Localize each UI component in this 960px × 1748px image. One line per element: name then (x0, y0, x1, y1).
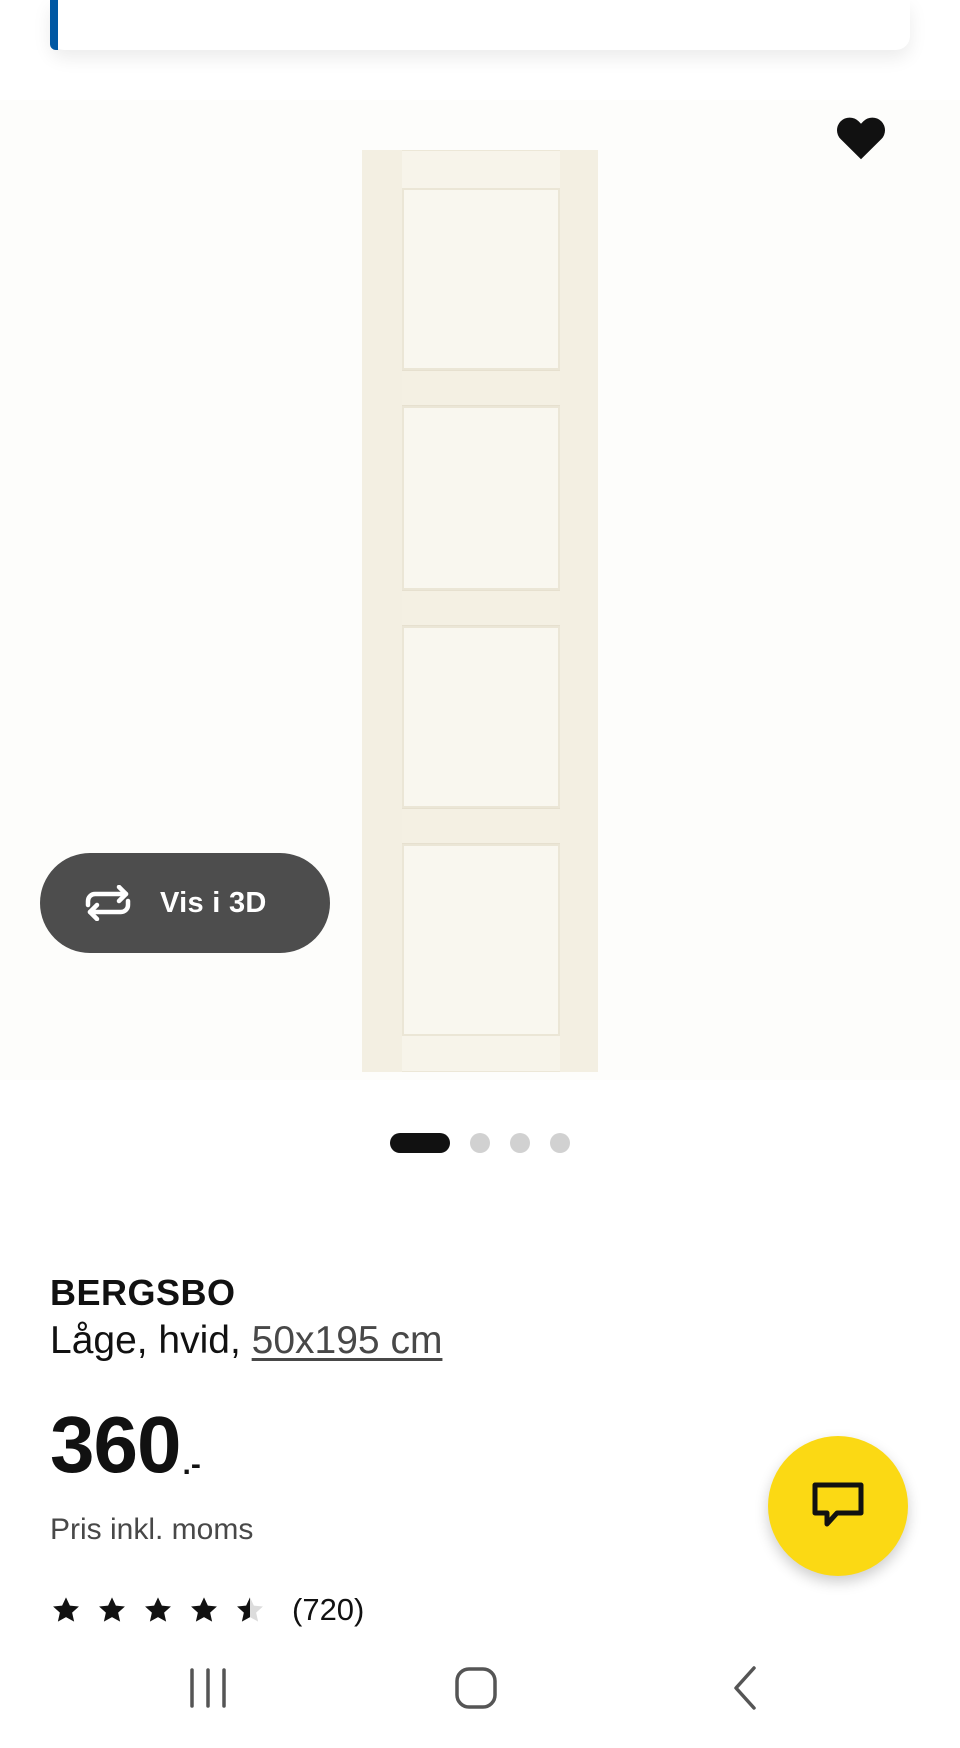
rotate-icon (85, 885, 131, 921)
door-panel (402, 188, 560, 370)
view-in-3d-button[interactable]: Vis i 3D (40, 853, 330, 953)
top-card (50, 0, 910, 50)
image-pagination (390, 1133, 590, 1153)
product-size-link[interactable]: 50x195 cm (252, 1319, 443, 1362)
product-price: 360 .- (50, 1405, 201, 1485)
door-rail (402, 370, 560, 406)
pagination-dot-active[interactable] (390, 1133, 450, 1153)
price-suffix: .- (182, 1448, 201, 1481)
price-vat-note: Pris inkl. moms (50, 1513, 254, 1546)
door-panel (402, 626, 560, 808)
door-left-stile (362, 150, 402, 1072)
star-icon (145, 1597, 171, 1622)
half-star-icon (237, 1597, 263, 1622)
top-card-accent (50, 0, 58, 50)
pagination-dot[interactable] (550, 1133, 570, 1153)
product-rating[interactable]: (720) (50, 1592, 364, 1628)
favorite-button[interactable] (832, 108, 890, 166)
door-panel (402, 844, 560, 1036)
android-navigation-bar (0, 1628, 960, 1748)
review-count: (720) (292, 1592, 365, 1627)
door-right-stile (560, 150, 598, 1072)
product-name: BERGSBO (50, 1272, 236, 1313)
view-in-3d-label: Vis i 3D (160, 886, 267, 919)
recent-apps-icon (190, 1668, 226, 1708)
heart-icon (836, 117, 886, 160)
home-icon (455, 1667, 497, 1709)
recent-apps-button[interactable] (178, 1658, 238, 1718)
product-image (362, 150, 598, 1072)
product-description-text: Låge, hvid, (50, 1319, 252, 1362)
door-rail (402, 808, 560, 844)
pagination-dot[interactable] (510, 1133, 530, 1153)
door-panel (402, 406, 560, 590)
star-icon (53, 1597, 79, 1622)
product-description: Låge, hvid, 50x195 cm (50, 1319, 442, 1363)
back-icon (734, 1666, 756, 1710)
chat-bubble-icon (812, 1482, 864, 1527)
door-rail (402, 590, 560, 626)
chat-button[interactable] (768, 1436, 908, 1576)
back-button[interactable] (714, 1658, 774, 1718)
star-icon (191, 1597, 217, 1622)
pagination-dot[interactable] (470, 1133, 490, 1153)
star-icon (99, 1597, 125, 1622)
home-button[interactable] (446, 1658, 506, 1718)
price-integer: 360 (50, 1400, 181, 1489)
